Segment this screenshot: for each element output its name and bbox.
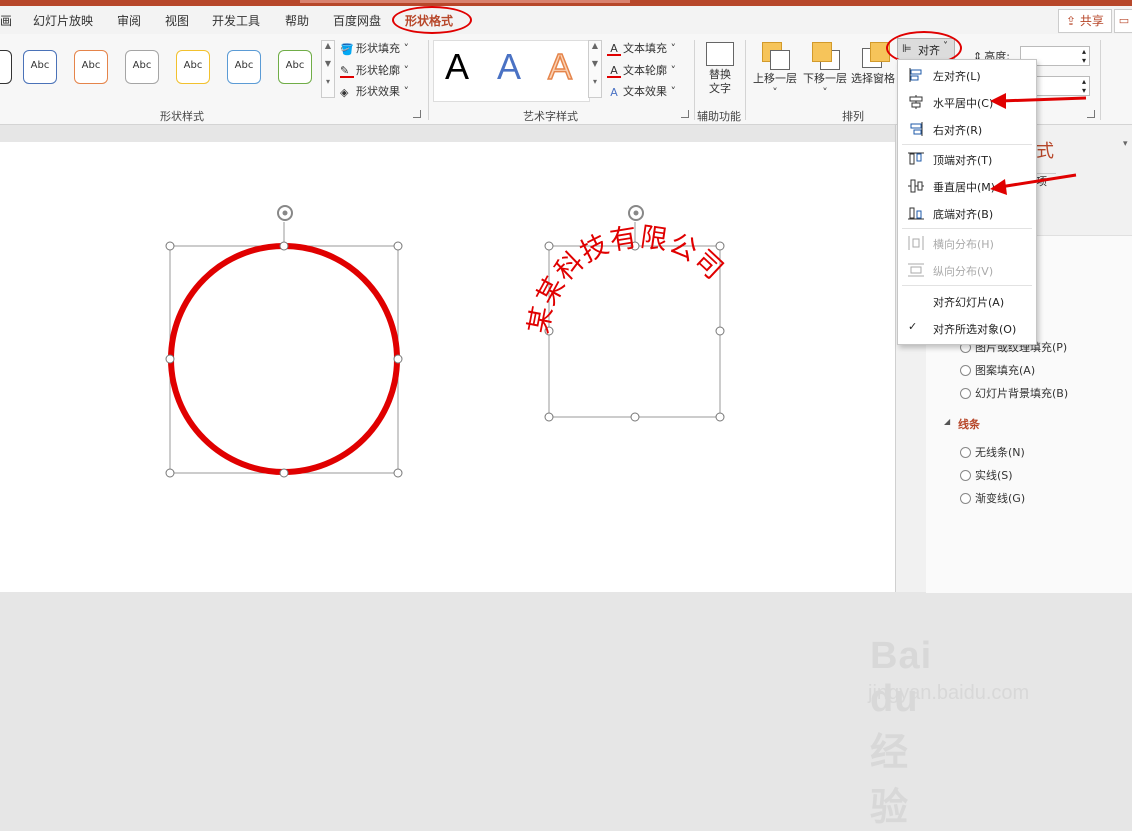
annotation-arrow-horizontal-center (990, 93, 1087, 109)
watermark-url: jingyan.baidu.com (868, 682, 1030, 704)
annotation-arrow-vertical-center (990, 173, 1077, 195)
annotation-arrows (990, 93, 1087, 195)
watermark: Bai du 经验 (870, 635, 933, 829)
